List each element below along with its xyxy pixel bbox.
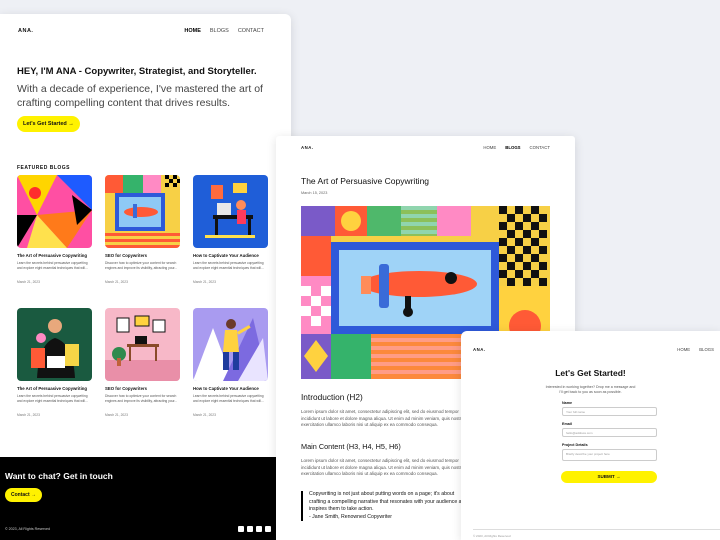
section-heading-h3: Main Content (H3, H4, H5, H6) [301, 442, 401, 451]
blog-title[interactable]: How to Captivate Your Audience [193, 386, 268, 391]
blog-excerpt: Learn the secrets behind persuasive copy… [17, 394, 88, 403]
quote-text: Copywriting is not just about putting wo… [309, 491, 468, 513]
blog-card[interactable]: How to Captivate Your Audience Learn the… [193, 175, 268, 308]
blog-title[interactable]: SEO for Copywriters [105, 253, 180, 258]
blog-card[interactable]: The Art of Persuasive Copywriting Learn … [17, 308, 92, 441]
contact-nav: ANA. HOME BLOGS [461, 331, 720, 355]
post-title: The Art of Persuasive Copywriting [301, 176, 430, 186]
blog-excerpt: Learn the secrets behind persuasive copy… [193, 261, 264, 270]
blog-date: March 21, 2023 [193, 280, 216, 285]
post-date: March 15, 2023 [301, 191, 328, 195]
quote-author: - Jane Smith, Renowned Copywriter [309, 513, 393, 520]
facebook-icon[interactable] [256, 526, 262, 532]
blog-thumbnail [105, 175, 180, 248]
email-label: Email [562, 422, 572, 427]
blog-thumbnail [17, 308, 92, 381]
project-details-field: Project Details Briefly describe your pr… [562, 443, 657, 462]
social-links [238, 526, 271, 532]
blockquote: Copywriting is not just about putting wo… [301, 491, 471, 522]
project-details-label: Project Details [562, 443, 588, 448]
nav-contact[interactable]: CONTACT [530, 145, 550, 150]
submit-button[interactable]: SUBMIT → [561, 471, 657, 484]
blog-title[interactable]: The Art of Persuasive Copywriting [17, 253, 92, 258]
footer: Want to chat? Get in touch Contact → © 2… [0, 457, 291, 540]
footer-bottom: © 2023, All Rights Reserved [5, 526, 271, 532]
logo[interactable]: ANA. [473, 347, 486, 352]
nav-home[interactable]: HOME [184, 28, 201, 34]
paragraph: Lorem ipsum dolor sit amet, consectetur … [301, 409, 467, 428]
hero-text: With a decade of experience, I've master… [17, 83, 263, 109]
post-menu: HOME BLOGS CONTACT [483, 145, 550, 150]
contact-subtitle: Interested in working together? Drop me … [545, 385, 636, 395]
logo[interactable]: ANA. [301, 145, 314, 150]
blog-date: March 21, 2023 [17, 280, 40, 285]
blog-card[interactable]: SEO for Copywriters Discover how to opti… [105, 175, 180, 308]
nav-blogs[interactable]: BLOGS [505, 145, 520, 150]
blog-thumbnail [193, 308, 268, 381]
email-input[interactable]: hello@address.com [562, 428, 657, 438]
hero: HEY, I'M ANA - Copywriter, Strategist, a… [0, 38, 291, 132]
post-nav: ANA. HOME BLOGS CONTACT [276, 136, 575, 154]
nav-home[interactable]: HOME [677, 347, 690, 352]
name-input[interactable]: Your full name [562, 407, 657, 417]
blog-excerpt: Discover how to optimize your content fo… [105, 394, 178, 403]
blog-title[interactable]: SEO for Copywriters [105, 386, 180, 391]
blog-excerpt: Learn the secrets behind persuasive copy… [17, 261, 88, 270]
get-started-button[interactable]: Let's Get Started → [17, 115, 80, 132]
name-field: Name Your full name [562, 401, 657, 417]
blog-thumbnail [105, 308, 180, 381]
section-heading-h2: Introduction (H2) [301, 392, 363, 402]
project-details-input[interactable]: Briefly describe your project here [562, 449, 657, 462]
paragraph: Lorem ipsum dolor sit amet, consectetur … [301, 458, 467, 477]
blog-card[interactable]: The Art of Persuasive Copywriting Learn … [17, 175, 92, 308]
youtube-icon[interactable] [265, 526, 271, 532]
blog-date: March 21, 2023 [193, 413, 216, 418]
blog-date: March 21, 2023 [105, 413, 128, 418]
copyright: © 2023, All Rights Reserved [5, 527, 50, 531]
blog-title[interactable]: The Art of Persuasive Copywriting [17, 386, 92, 391]
nav-blogs[interactable]: BLOGS [699, 347, 714, 352]
home-menu: HOME BLOGS CONTACT [184, 28, 264, 34]
footer-cta: Want to chat? Get in touch [5, 471, 113, 481]
blog-card[interactable]: How to Captivate Your Audience Learn the… [193, 308, 268, 441]
twitter-icon[interactable] [238, 526, 244, 532]
nav-contact[interactable]: CONTACT [238, 28, 264, 34]
contact-menu: HOME BLOGS [677, 347, 714, 352]
blog-date: March 21, 2023 [105, 280, 128, 285]
hero-title: HEY, I'M ANA - Copywriter, Strategist, a… [17, 66, 257, 77]
email-field: Email hello@address.com [562, 422, 657, 438]
blog-grid: The Art of Persuasive Copywriting Learn … [17, 175, 269, 441]
logo[interactable]: ANA. [18, 28, 33, 34]
blog-excerpt: Discover how to optimize your content fo… [105, 261, 178, 270]
blog-excerpt: Learn the secrets behind persuasive copy… [193, 394, 264, 403]
footer-divider [473, 529, 720, 530]
home-page-card: ANA. HOME BLOGS CONTACT HEY, I'M ANA - C… [0, 14, 291, 540]
copyright: © 2023, All Rights Reserved [473, 534, 511, 538]
nav-blogs[interactable]: BLOGS [210, 28, 229, 34]
name-label: Name [562, 401, 573, 406]
contact-title: Let's Get Started! [555, 368, 626, 378]
blog-thumbnail [17, 175, 92, 248]
contact-page-card: ANA. HOME BLOGS Let's Get Started! Inter… [461, 331, 720, 540]
blog-title[interactable]: How to Captivate Your Audience [193, 253, 268, 258]
blog-date: March 21, 2023 [17, 413, 40, 418]
linkedin-icon[interactable] [247, 526, 253, 532]
blog-card[interactable]: SEO for Copywriters Discover how to opti… [105, 308, 180, 441]
nav-home[interactable]: HOME [483, 145, 496, 150]
blog-thumbnail [193, 175, 268, 248]
contact-button[interactable]: Contact → [5, 488, 42, 502]
featured-blogs-heading: FEATURED BLOGS [17, 164, 71, 171]
home-nav: ANA. HOME BLOGS CONTACT [0, 14, 291, 38]
